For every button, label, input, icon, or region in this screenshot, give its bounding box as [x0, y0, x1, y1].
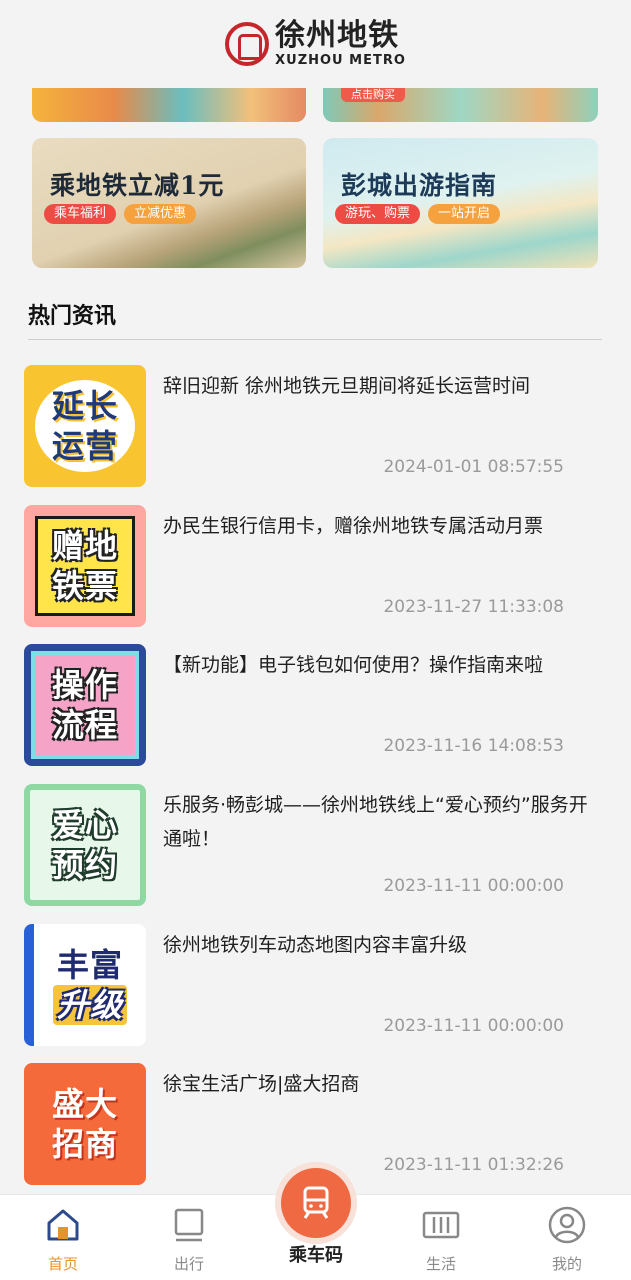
news-item[interactable]: 丰富 升级 徐州地铁列车动态地图内容丰富升级 2023-11-11 00:00:0…	[24, 924, 604, 1046]
news-title: 办民生银行信用卡，赠徐州地铁专属活动月票	[163, 515, 544, 537]
news-item[interactable]: 操作 流程 【新功能】电子钱包如何使用？操作指南来啦 2023-11-16 14:…	[24, 644, 604, 766]
promo-tag: 一站开启	[428, 204, 501, 224]
tab-mine[interactable]: 我的	[527, 1195, 607, 1280]
home-icon	[43, 1205, 83, 1245]
news-time: 2024-01-01 08:57:55	[383, 457, 564, 477]
news-item[interactable]: 赠地 铁票 办民生银行信用卡，赠徐州地铁专属活动月票 2023-11-27 11:…	[24, 505, 604, 627]
promo-card-title: 乘地铁立减1元	[50, 171, 225, 200]
news-item[interactable]: 爱心 预约 乐服务·畅彭城——徐州地铁线上“爱心预约”服务开通啦！ 2023-11…	[24, 784, 604, 906]
promo-card-discount[interactable]: 乘地铁立减1元 乘车福利 立减优惠	[32, 138, 306, 268]
life-icon	[421, 1205, 461, 1245]
news-thumbnail: 爱心 预约	[24, 784, 146, 906]
news-time: 2023-11-11 00:00:00	[383, 876, 564, 896]
app-header: 徐州地铁 XUZHOU METRO	[0, 0, 631, 88]
news-title: 【新功能】电子钱包如何使用？操作指南来啦	[163, 654, 544, 676]
user-profile-icon	[547, 1205, 587, 1245]
promo-tag: 乘车福利	[44, 204, 117, 224]
tab-life[interactable]: 生活	[401, 1195, 481, 1280]
news-thumbnail: 赠地 铁票	[24, 505, 146, 627]
tab-label: 乘车码	[289, 1245, 343, 1266]
news-thumbnail: 操作 流程	[24, 644, 146, 766]
promo-card-title: 彭城出游指南	[341, 171, 498, 200]
logo-chinese-text: 徐州地铁	[275, 18, 400, 53]
promo-tag: 立减优惠	[124, 204, 197, 224]
travel-icon	[169, 1205, 209, 1245]
news-thumbnail: 盛大 招商	[24, 1063, 146, 1185]
tab-label: 我的	[551, 1255, 582, 1273]
metro-train-icon	[281, 1168, 351, 1238]
tab-label: 生活	[425, 1255, 456, 1273]
news-thumbnail: 延长 运营	[24, 365, 146, 487]
ride-code-button[interactable]	[275, 1162, 357, 1244]
news-time: 2023-11-11 01:32:26	[383, 1155, 564, 1175]
xuzhou-metro-logo: 徐州地铁 XUZHOU METRO	[225, 21, 406, 67]
top-banner-left[interactable]	[32, 88, 306, 122]
top-banner-right[interactable]: 点击购买	[323, 88, 598, 122]
tab-home[interactable]: 首页	[23, 1195, 103, 1280]
section-divider	[28, 339, 602, 340]
news-thumbnail: 丰富 升级	[24, 924, 146, 1046]
news-title: 徐宝生活广场|盛大招商	[163, 1073, 360, 1095]
buy-now-badge: 点击购买	[341, 88, 405, 102]
news-title: 乐服务·畅彭城——徐州地铁线上“爱心预约”服务开通啦！	[163, 794, 588, 850]
news-time: 2023-11-11 00:00:00	[383, 1016, 564, 1036]
logo-english-text: XUZHOU METRO	[275, 53, 406, 68]
promo-card-travel-guide[interactable]: 彭城出游指南 游玩、购票 一站开启	[323, 138, 598, 268]
news-title: 辞旧迎新 徐州地铁元旦期间将延长运营时间	[163, 375, 531, 397]
tab-label: 首页	[47, 1255, 78, 1273]
news-time: 2023-11-27 11:33:08	[383, 597, 564, 617]
tab-label: 出行	[173, 1255, 204, 1273]
app-screen: { "header": {"logo_cn": "徐州地铁", "logo_en…	[0, 0, 631, 1280]
news-item[interactable]: 延长 运营 辞旧迎新 徐州地铁元旦期间将延长运营时间 2024-01-01 08:…	[24, 365, 604, 487]
tab-travel[interactable]: 出行	[149, 1195, 229, 1280]
news-title: 徐州地铁列车动态地图内容丰富升级	[163, 934, 468, 956]
section-title-hot-news: 热门资讯	[25, 298, 116, 330]
news-time: 2023-11-16 14:08:53	[383, 736, 564, 756]
metro-logo-icon	[225, 22, 270, 66]
promo-tag: 游玩、购票	[335, 204, 421, 224]
